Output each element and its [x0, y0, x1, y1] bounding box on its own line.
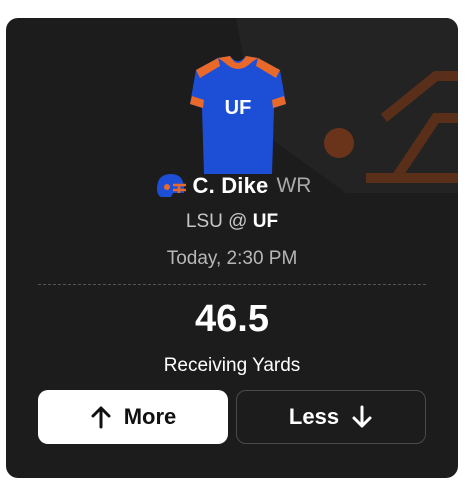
away-team: LSU [185, 211, 223, 232]
more-button[interactable]: More [38, 390, 228, 444]
matchup: LSU @ UF [6, 211, 458, 233]
less-button[interactable]: Less [236, 390, 426, 444]
player-name: C. Dike [192, 173, 269, 198]
arrow-down-icon [352, 405, 372, 428]
matchup-separator: @ [228, 211, 248, 232]
jersey-icon: UF [190, 56, 286, 174]
arrow-up-icon [91, 406, 111, 429]
projection-card: UF C. Dike WR LSU @ UF Today, 2:30 PM 46… [6, 18, 458, 478]
divider [38, 284, 426, 285]
projection-line: 46.5 [195, 298, 269, 340]
stat-label: Receiving Yards [163, 355, 301, 376]
player-position: WR [276, 174, 312, 197]
player-row: C. Dike WR [6, 168, 458, 204]
home-team: UF [252, 211, 279, 232]
jersey-text: UF [225, 97, 252, 119]
game-time: Today, 2:30 PM [166, 248, 298, 269]
helmet-icon [156, 174, 186, 197]
more-label: More [123, 404, 177, 429]
less-label: Less [288, 404, 340, 429]
